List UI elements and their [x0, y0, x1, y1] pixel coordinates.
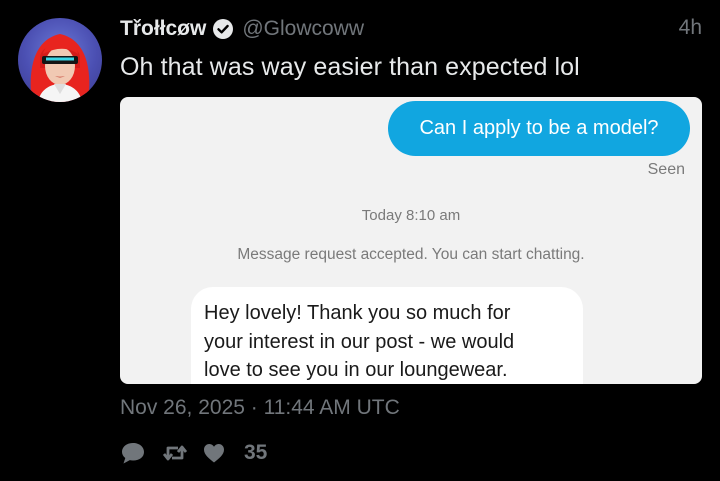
- date-divider: Today 8:10 am: [361, 207, 461, 224]
- tweet-header: Třołłcøw @Glowcoww: [120, 14, 364, 44]
- tweet: Třołłcøw @Glowcoww 4h Oh that was way ea…: [0, 0, 720, 481]
- verified-badge-icon: [212, 18, 234, 40]
- tweet-text: Oh that was way easier than expected lol: [120, 53, 580, 81]
- incoming-line: your interest in our post - we would: [204, 330, 515, 353]
- heart-icon[interactable]: [202, 441, 226, 465]
- tweet-actions: 35: [120, 440, 267, 466]
- retweet-icon[interactable]: [162, 441, 188, 465]
- system-notice: Message request accepted. You can start …: [237, 246, 585, 263]
- user-handle[interactable]: @Glowcoww: [242, 17, 364, 41]
- display-name[interactable]: Třołłcøw: [120, 17, 206, 41]
- avatar[interactable]: [18, 18, 102, 102]
- incoming-line: love to see you in our loungewear.: [204, 359, 508, 381]
- avatar-image: [30, 34, 90, 102]
- reply-icon[interactable]: [120, 441, 146, 465]
- incoming-message-bubble: Hey lovely! Thank you so much for your i…: [191, 287, 583, 384]
- attached-image[interactable]: Can I apply to be a model? Seen Today 8:…: [120, 97, 702, 384]
- like-count: 35: [244, 441, 268, 464]
- tweet-timestamp[interactable]: Nov 26, 2025 · 11:44 AM UTC: [120, 396, 400, 420]
- relative-time[interactable]: 4h: [679, 16, 702, 40]
- seen-label: Seen: [647, 161, 685, 178]
- outgoing-message-bubble: Can I apply to be a model?: [388, 101, 690, 156]
- incoming-line: Hey lovely! Thank you so much for: [204, 302, 511, 324]
